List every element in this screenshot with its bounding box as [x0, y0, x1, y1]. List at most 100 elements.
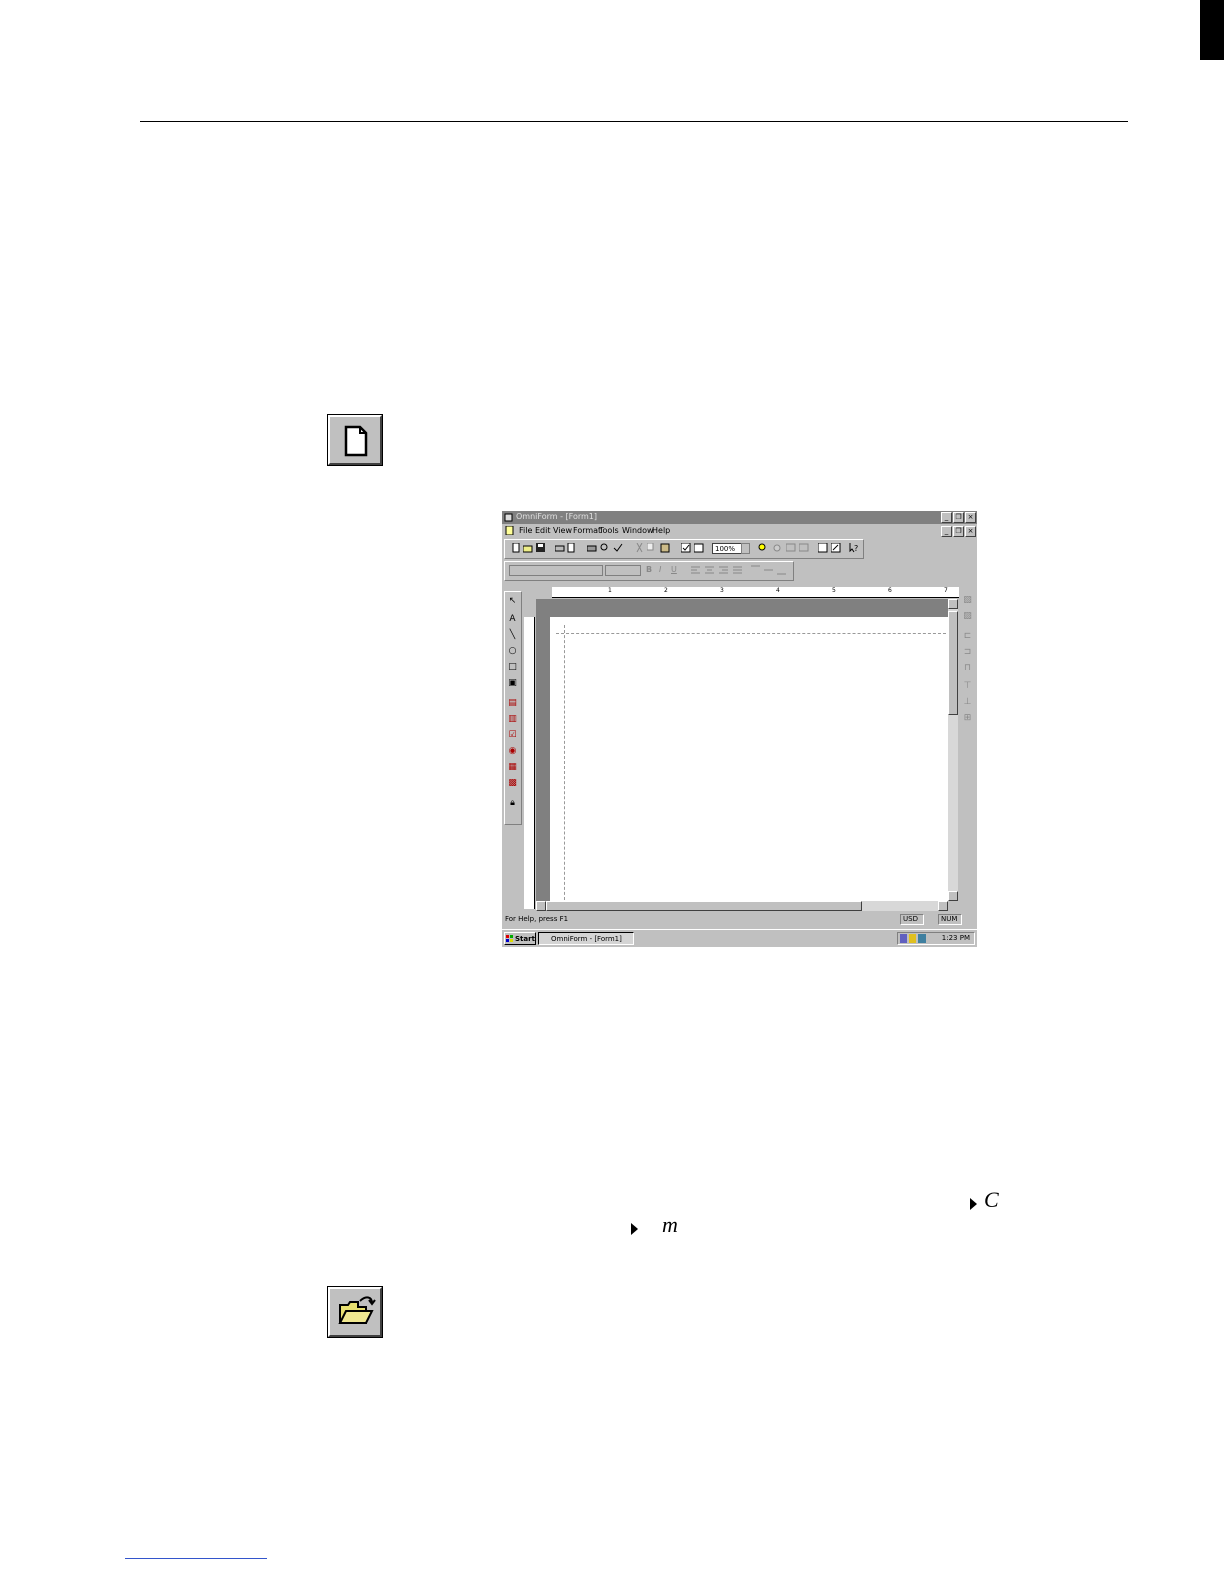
field-list-icon[interactable]	[799, 543, 809, 553]
image-tool-icon[interactable]: ▣	[507, 678, 518, 689]
form-page[interactable]	[550, 617, 948, 909]
zoom-dropdown-icon[interactable]	[741, 543, 750, 554]
design-mode-icon[interactable]	[681, 543, 691, 553]
text-fragment-m: m	[662, 1212, 678, 1237]
scroll-right-icon[interactable]	[938, 901, 948, 911]
preview-icon[interactable]	[567, 543, 577, 553]
align-left-icon[interactable]	[691, 565, 701, 575]
status-text: For Help, press F1	[505, 915, 569, 923]
document-icon	[505, 526, 514, 535]
scroll-down-icon[interactable]	[948, 891, 958, 901]
align-bottom-objects-icon[interactable]: ⊥	[962, 697, 973, 708]
find-icon[interactable]	[600, 543, 610, 553]
paste-icon[interactable]	[660, 543, 670, 553]
vertical-ruler	[524, 617, 535, 909]
menu-edit[interactable]: Edit	[535, 526, 551, 535]
fill-print-icon[interactable]	[587, 543, 597, 553]
lock-tool-icon[interactable]: 🔒︎	[507, 798, 518, 809]
clock: 1:23 PM	[941, 934, 970, 942]
comb-field-tool-icon[interactable]: ▥	[507, 714, 518, 725]
size-combo[interactable]	[605, 565, 641, 576]
radio-tool-icon[interactable]: ◉	[507, 746, 518, 757]
calc-icon[interactable]	[773, 543, 783, 553]
restore-button[interactable]: ❐	[953, 512, 964, 523]
text-fragment-c: C	[984, 1187, 999, 1212]
italic-button[interactable]: I	[659, 565, 661, 574]
ruler-mark: 2	[664, 587, 668, 594]
checkbox-tool-icon[interactable]: ☑	[507, 730, 518, 741]
standard-toolbar: 100% ?	[504, 539, 864, 559]
rectangle-tool-icon[interactable]: □	[507, 662, 518, 673]
properties-icon[interactable]	[818, 543, 828, 553]
field-tool-icon[interactable]: ▤	[507, 698, 518, 709]
ruler-mark: 3	[720, 587, 724, 594]
ellipse-tool-icon[interactable]: ○	[507, 646, 518, 657]
fill-mode-icon[interactable]	[694, 543, 704, 553]
bring-front-icon[interactable]: ▧	[962, 595, 973, 606]
spelling-icon[interactable]	[613, 543, 623, 553]
pointer-tool-icon[interactable]: ↖	[507, 596, 518, 607]
valign-top-icon[interactable]	[751, 565, 761, 575]
drawing-toolbox: ↖ A ╲ ○ □ ▣ ▤ ▥ ☑ ◉ ▦ ▩ 🔒︎	[504, 591, 522, 825]
menu-file[interactable]: File	[519, 526, 532, 535]
lightbulb-icon[interactable]	[757, 543, 767, 553]
print-icon[interactable]	[555, 543, 565, 553]
tray-icons[interactable]	[900, 934, 928, 943]
status-panel-num: NUM	[938, 914, 962, 925]
doc-restore-button[interactable]: ❐	[953, 526, 964, 537]
margin-guide	[556, 633, 946, 634]
vertical-scrollbar[interactable]	[948, 599, 958, 901]
align-right-icon[interactable]	[719, 565, 729, 575]
menu-window[interactable]: Window	[622, 526, 654, 535]
align-left-objects-icon[interactable]: ⊏	[962, 631, 973, 642]
menu-tools[interactable]: Tools	[599, 526, 619, 535]
horizontal-scrollbar[interactable]	[536, 901, 948, 911]
start-label: Start	[515, 935, 535, 943]
doc-minimize-button[interactable]: _	[941, 526, 952, 537]
align-center-icon[interactable]	[705, 565, 715, 575]
bold-button[interactable]: B	[646, 565, 652, 574]
underline-button[interactable]: U	[671, 565, 677, 574]
line-tool-icon[interactable]: ╲	[507, 630, 518, 641]
close-button[interactable]: ×	[965, 512, 976, 523]
ruler-mark: 4	[776, 587, 780, 594]
align-top-objects-icon[interactable]: ⊤	[962, 681, 973, 692]
same-size-icon[interactable]: ⊞	[962, 713, 973, 724]
copy-icon[interactable]	[647, 543, 657, 553]
font-combo[interactable]	[509, 565, 603, 576]
windows-logo-icon	[506, 935, 513, 942]
send-back-icon[interactable]: ▨	[962, 611, 973, 622]
scroll-up-icon[interactable]	[948, 599, 958, 609]
ruler-mark: 1	[608, 587, 612, 594]
signature-tool-icon[interactable]: ▩	[507, 778, 518, 789]
menu-bar: File Edit View Format Tools Window Help …	[502, 524, 977, 537]
horizontal-ruler: 1 2 3 4 5 6 7	[552, 587, 959, 598]
taskbar-item-label: OmniForm - [Form1]	[551, 935, 622, 943]
new-icon[interactable]	[511, 543, 521, 553]
scroll-thumb[interactable]	[948, 611, 958, 715]
taskbar-item-omniform[interactable]: OmniForm - [Form1]	[538, 932, 634, 945]
tab-order-icon[interactable]	[786, 543, 796, 553]
help-pointer-icon[interactable]: ?	[849, 543, 859, 553]
menu-view[interactable]: View	[553, 526, 572, 535]
status-bar: For Help, press F1 USD NUM	[502, 913, 977, 927]
text-tool-icon[interactable]: A	[507, 614, 518, 625]
open-icon[interactable]	[523, 543, 533, 553]
table-tool-icon[interactable]: ▦	[507, 762, 518, 773]
ruler-mark: 5	[832, 587, 836, 594]
align-center-objects-icon[interactable]: ⊓	[962, 663, 973, 674]
minimize-button[interactable]: _	[941, 512, 952, 523]
cut-icon[interactable]	[635, 543, 645, 553]
menu-format[interactable]: Format	[573, 526, 601, 535]
align-right-objects-icon[interactable]: ⊐	[962, 647, 973, 658]
start-button[interactable]: Start	[504, 932, 536, 945]
valign-middle-icon[interactable]	[764, 565, 774, 575]
scroll-thumb[interactable]	[546, 901, 862, 911]
valign-bottom-icon[interactable]	[777, 565, 787, 575]
scroll-left-icon[interactable]	[536, 901, 546, 911]
save-icon[interactable]	[536, 543, 546, 553]
form-icon[interactable]	[831, 543, 841, 553]
doc-close-button[interactable]: ×	[965, 526, 976, 537]
justify-icon[interactable]	[733, 565, 743, 575]
menu-help[interactable]: Help	[652, 526, 670, 535]
